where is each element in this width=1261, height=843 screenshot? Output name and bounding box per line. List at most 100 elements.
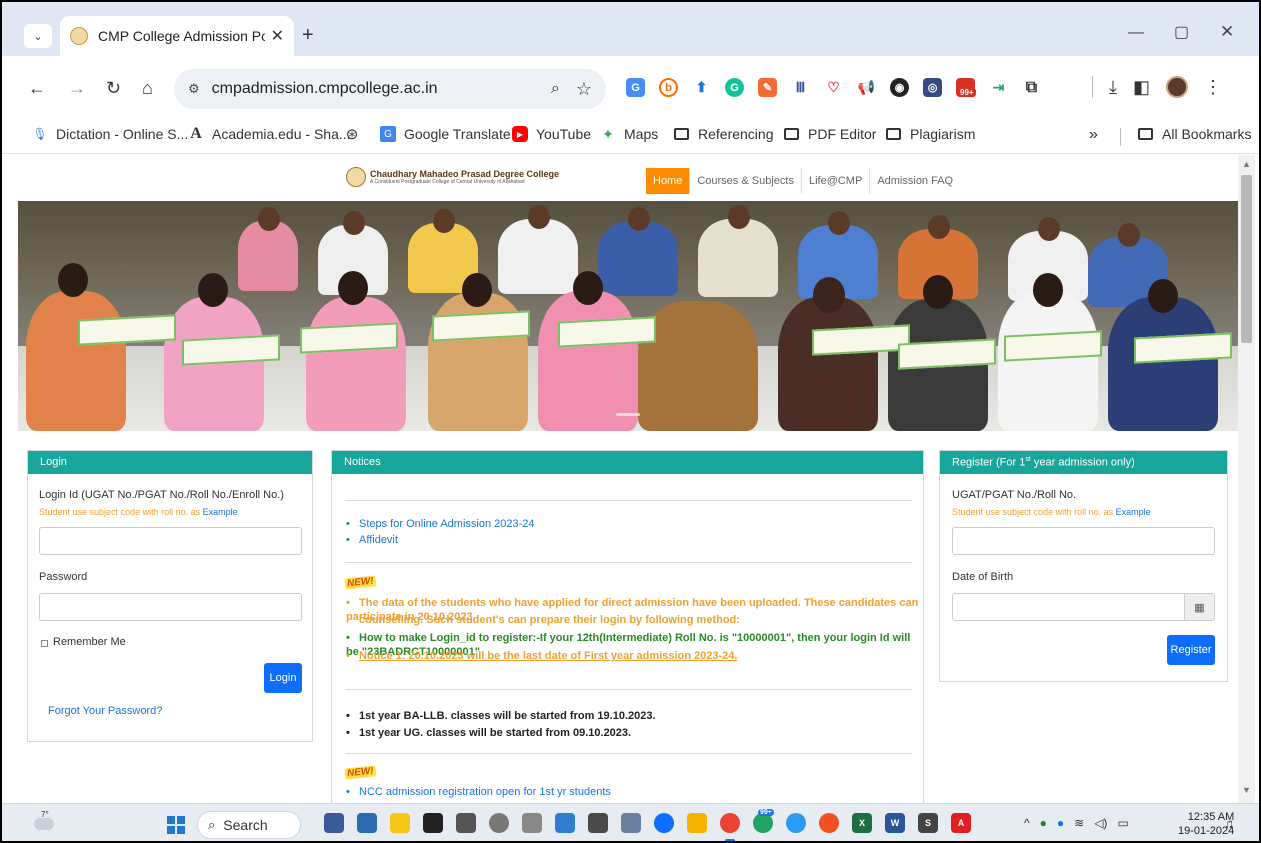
weather-widget[interactable]: 7°	[34, 810, 58, 834]
bookmark-folder-plagiarism[interactable]: Plagiarism	[886, 126, 975, 142]
remember-me-checkbox[interactable]	[41, 640, 48, 647]
login-example-link[interactable]: Example	[203, 507, 238, 517]
nav-admission-faq[interactable]: Admission FAQ	[870, 168, 960, 194]
side-panel-icon[interactable]: ◧	[1133, 77, 1150, 98]
whatsapp-icon[interactable]: 99+	[753, 809, 774, 833]
login-id-input[interactable]	[39, 527, 302, 555]
app-icon[interactable]	[423, 813, 443, 833]
bookmark-folder-pdf-editor[interactable]: PDF Editor	[784, 126, 876, 142]
extension-icon[interactable]: Ⅲ	[791, 78, 810, 97]
minimize-button[interactable]: —	[1128, 24, 1144, 42]
tab-search-icon[interactable]: ⌄	[24, 24, 52, 48]
nav-home[interactable]: Home	[646, 168, 691, 194]
register-button[interactable]: Register	[1167, 635, 1215, 665]
wifi-icon[interactable]: ≋	[1074, 816, 1084, 830]
copilot-icon[interactable]	[357, 813, 377, 833]
chrome-icon[interactable]	[720, 813, 740, 841]
arrow-extension-icon[interactable]: ⬆	[692, 78, 711, 97]
bookmark-maps[interactable]: ✦ Maps	[600, 126, 658, 143]
widget-app-icon[interactable]	[390, 813, 410, 833]
file-explorer-icon[interactable]	[687, 813, 707, 833]
login-extension-icon[interactable]: ⇥	[989, 78, 1008, 97]
dob-label: Date of Birth	[952, 571, 1014, 583]
edge-icon[interactable]	[654, 813, 674, 833]
bookmark-folder-referencing[interactable]: Referencing	[674, 126, 774, 142]
nav-life-at-cmp[interactable]: Life@CMP	[802, 168, 871, 194]
settings-icon[interactable]	[489, 813, 509, 833]
active-tab[interactable]: CMP College Admission Portal ✕	[60, 16, 294, 56]
register-id-input[interactable]	[952, 527, 1215, 555]
zoom-icon[interactable]: ⌕	[551, 80, 560, 98]
excel-icon[interactable]: X	[852, 813, 872, 833]
reload-icon[interactable]: ↻	[106, 78, 121, 99]
pocket-icon[interactable]: ♡	[824, 78, 843, 97]
extension-icon[interactable]: b	[659, 78, 678, 97]
acrobat-icon[interactable]: A	[951, 813, 971, 833]
notice-item-link[interactable]: • Notice 1: 20.10.2023 will be the last d…	[346, 649, 737, 663]
store-icon[interactable]	[555, 813, 575, 833]
start-button[interactable]	[167, 816, 185, 834]
translate-extension-icon[interactable]: G	[626, 78, 645, 97]
tray-app-icon[interactable]: ●	[1057, 816, 1064, 830]
word-icon[interactable]: W	[885, 813, 905, 833]
app-icon[interactable]	[522, 813, 542, 833]
notice-item[interactable]: • NCC admission registration open for 1st…	[346, 785, 611, 799]
login-button[interactable]: Login	[264, 663, 302, 693]
notifications-extension-icon[interactable]: 99+	[956, 78, 976, 97]
calendar-icon[interactable]: ▦	[1184, 594, 1214, 620]
battery-icon[interactable]: ▭	[1117, 816, 1128, 830]
bookmark-academia[interactable]: A Academia.edu - Sha...	[188, 125, 350, 142]
notepad-icon[interactable]	[621, 813, 641, 833]
notice-item[interactable]: • Steps for Online Admission 2023-24	[346, 517, 535, 531]
bookmark-globe[interactable]: ⊛	[344, 126, 368, 143]
restore-button[interactable]: ▢	[1174, 22, 1189, 42]
downloads-icon[interactable]: ⤓	[1109, 77, 1117, 98]
app-icon[interactable]	[786, 813, 806, 833]
scrollbar-thumb[interactable]	[1241, 175, 1252, 343]
menu-icon[interactable]: ⋮	[1204, 77, 1222, 98]
back-icon[interactable]: ←	[28, 78, 46, 99]
extension-icon[interactable]: ✎	[758, 78, 777, 97]
extensions-puzzle-icon[interactable]: ⧉	[1022, 78, 1041, 97]
extension-icon[interactable]: ◉	[890, 78, 909, 97]
all-bookmarks-button[interactable]: All Bookmarks	[1138, 126, 1251, 142]
scroll-down-icon[interactable]: ▼	[1242, 785, 1251, 795]
page-scrollbar[interactable]: ▲ ▼	[1238, 155, 1255, 803]
bookmarks-overflow-button[interactable]: »	[1089, 126, 1098, 144]
new-tab-button[interactable]: +	[302, 24, 314, 47]
office-icon[interactable]	[819, 813, 839, 833]
scroll-up-icon[interactable]: ▲	[1242, 159, 1251, 169]
notice-item[interactable]: • Affidevit	[346, 533, 398, 547]
tray-app-icon[interactable]: ●	[1040, 816, 1047, 830]
calculator-icon[interactable]	[588, 813, 608, 833]
tab-close-icon[interactable]: ✕	[271, 26, 284, 46]
profile-avatar[interactable]	[1165, 76, 1188, 98]
college-logo[interactable]: Chaudhary Mahadeo Prasad Degree College …	[346, 167, 559, 187]
home-icon[interactable]: ⌂	[142, 78, 153, 99]
bookmark-dictation[interactable]: 🎙 Dictation - Online S...	[32, 126, 188, 142]
app-icon[interactable]: S	[918, 813, 938, 833]
people-app-icon[interactable]	[324, 813, 344, 833]
chevron-up-icon[interactable]: ^	[1024, 816, 1030, 830]
address-bar[interactable]: ⚙ cmpadmission.cmpcollege.ac.in ⌕ ☆	[174, 69, 606, 109]
taskbar-search[interactable]: ⌕ Search	[197, 811, 301, 839]
nav-courses-subjects[interactable]: Courses & Subjects	[690, 168, 802, 194]
extension-icon[interactable]: ◎	[923, 78, 942, 97]
dob-input[interactable]: ▦	[952, 593, 1215, 621]
forgot-password-link[interactable]: Forgot Your Password?	[48, 705, 162, 717]
close-window-button[interactable]: ✕	[1220, 22, 1234, 42]
url-text[interactable]: cmpadmission.cmpcollege.ac.in	[212, 80, 551, 98]
star-icon[interactable]: ☆	[576, 79, 592, 100]
notification-bell-icon[interactable]: ♫	[1224, 816, 1234, 831]
register-example-link[interactable]: Example	[1116, 507, 1151, 517]
bookmark-google-translate[interactable]: G Google Translate	[380, 126, 511, 142]
carousel-indicator[interactable]	[616, 413, 640, 416]
site-info-icon[interactable]: ⚙	[188, 81, 200, 97]
volume-icon[interactable]: ◁)	[1094, 816, 1107, 830]
megaphone-icon[interactable]: 📢	[857, 78, 876, 97]
bookmark-youtube[interactable]: ▶ YouTube	[512, 126, 591, 142]
forward-icon[interactable]: →	[68, 78, 86, 99]
grammarly-icon[interactable]: G	[725, 78, 744, 97]
camera-app-icon[interactable]	[456, 813, 476, 833]
password-input[interactable]	[39, 593, 302, 621]
